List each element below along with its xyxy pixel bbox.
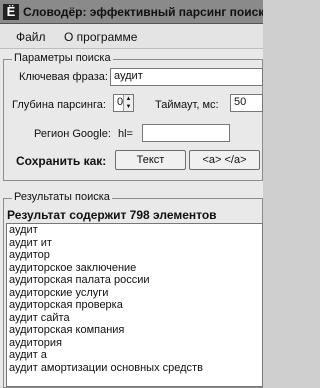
list-item[interactable]: аудит амортизации основных средств bbox=[7, 362, 262, 375]
list-item[interactable]: аудиторская палата россии bbox=[7, 274, 262, 287]
search-params-title: Параметры поиска bbox=[12, 52, 113, 64]
list-item[interactable]: аудит ит bbox=[7, 237, 262, 250]
list-item[interactable]: аудит сайта bbox=[7, 312, 262, 325]
save-html-button[interactable]: <a> </a> bbox=[189, 150, 260, 170]
list-item[interactable]: аудиторские услуги bbox=[7, 287, 262, 300]
list-item[interactable]: аудитория bbox=[7, 337, 262, 350]
results-list[interactable]: аудит аудит ит аудитор аудиторское заклю… bbox=[6, 223, 263, 387]
list-item[interactable]: аудитор bbox=[7, 249, 262, 262]
depth-stepper[interactable]: 0 ▲ ▼ bbox=[113, 94, 134, 112]
list-item[interactable]: аудиторская проверка bbox=[7, 299, 262, 312]
list-item[interactable]: аудиторское заключение bbox=[7, 262, 262, 275]
list-item[interactable]: аудиторская компания bbox=[7, 324, 262, 337]
menu-bar: Файл О программе bbox=[0, 24, 263, 49]
save-as-label: Сохранить как: bbox=[16, 154, 107, 168]
title-bar[interactable]: Ё Словодёр: эффективный парсинг поисковы… bbox=[0, 0, 263, 24]
list-item[interactable]: аудит bbox=[7, 224, 262, 237]
menu-about[interactable]: О программе bbox=[64, 30, 137, 44]
search-results-title: Результаты поиска bbox=[12, 191, 112, 203]
window-title: Словодёр: эффективный парсинг поисковых bbox=[23, 4, 263, 19]
menu-file[interactable]: Файл bbox=[16, 30, 46, 44]
depth-label: Глубина парсинга: bbox=[12, 99, 106, 111]
result-count: Результат содержит 798 элементов bbox=[7, 208, 217, 222]
spin-down-icon[interactable]: ▼ bbox=[123, 103, 133, 111]
list-item[interactable]: аудит а bbox=[7, 349, 262, 362]
region-prefix: hl= bbox=[118, 128, 133, 140]
keyphrase-input[interactable]: аудит bbox=[110, 68, 263, 86]
main-panel: Параметры поиска Ключевая фраза: аудит Г… bbox=[0, 49, 263, 388]
spin-up-icon[interactable]: ▲ bbox=[123, 95, 133, 103]
save-text-button[interactable]: Текст bbox=[115, 150, 186, 170]
app-icon: Ё bbox=[3, 3, 19, 20]
timeout-label: Таймаут, мс: bbox=[155, 99, 219, 111]
timeout-input[interactable]: 50 bbox=[230, 94, 263, 112]
keyphrase-label: Ключевая фраза: bbox=[19, 71, 108, 83]
region-input[interactable] bbox=[142, 124, 230, 142]
region-label: Регион Google: bbox=[34, 128, 111, 140]
